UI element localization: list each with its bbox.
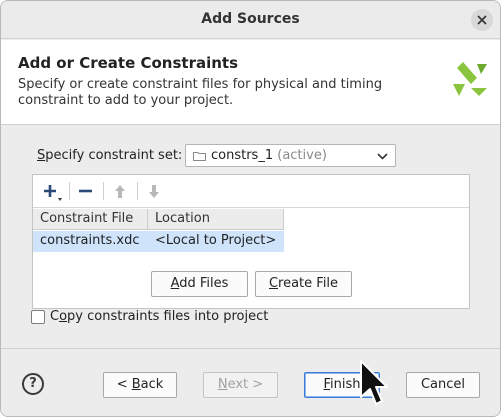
constraint-set-value: constrs_1 (active) [211, 148, 327, 163]
constraint-set-select[interactable]: constrs_1 (active) [185, 144, 396, 167]
copy-constraints-checkbox[interactable] [31, 310, 45, 324]
constraint-file-cell: constraints.xdc [33, 231, 148, 252]
location-cell: <Local to Project> [148, 231, 284, 252]
title-bar: Add Sources [1, 1, 500, 39]
plus-icon [44, 185, 62, 201]
back-button[interactable]: < Back [103, 372, 177, 398]
mouse-pointer-icon [360, 360, 388, 405]
column-header-constraint-file[interactable]: Constraint File [33, 209, 148, 230]
chevron-down-icon [377, 153, 388, 160]
move-down-button [141, 180, 167, 204]
add-sources-dialog: Add Sources Add or Create Constraints Sp… [0, 0, 501, 417]
toolbar-separator [103, 182, 104, 200]
folder-icon [193, 152, 206, 161]
next-button[interactable]: Next > [203, 372, 278, 398]
page-title: Add or Create Constraints [18, 54, 239, 72]
table-toolbar [33, 175, 469, 208]
cancel-button[interactable]: Cancel [406, 372, 480, 398]
move-up-button [107, 180, 133, 204]
table-row[interactable]: constraints.xdc <Local to Project> [33, 231, 284, 252]
toolbar-separator [69, 182, 70, 200]
remove-button[interactable] [73, 180, 99, 204]
page-header: Add or Create Constraints Specify or cre… [1, 40, 500, 125]
create-file-button[interactable]: Create File [255, 271, 352, 297]
constraint-set-label: Specify constraint set: [37, 148, 183, 163]
close-icon [477, 15, 487, 25]
vivado-logo-icon [453, 62, 487, 96]
content-area: Specify constraint set: constrs_1 (activ… [1, 126, 500, 348]
help-button[interactable]: ? [22, 373, 44, 395]
dialog-footer: ? < Back Next > Finish Cancel [1, 348, 500, 416]
arrow-down-icon [149, 185, 159, 198]
add-files-button[interactable]: Add Files [151, 271, 248, 297]
toolbar-separator [137, 182, 138, 200]
constraint-files-table: Constraint File Location constraints.xdc… [32, 174, 470, 309]
copy-constraints-label[interactable]: Copy constraints files into project [50, 309, 268, 324]
minus-icon [79, 189, 92, 193]
window-title: Add Sources [201, 11, 300, 27]
column-header-location[interactable]: Location [148, 209, 284, 230]
add-button[interactable] [39, 180, 65, 204]
arrow-up-icon [115, 185, 125, 198]
close-button[interactable] [471, 9, 493, 31]
page-description: Specify or create constraint files for p… [18, 77, 383, 108]
